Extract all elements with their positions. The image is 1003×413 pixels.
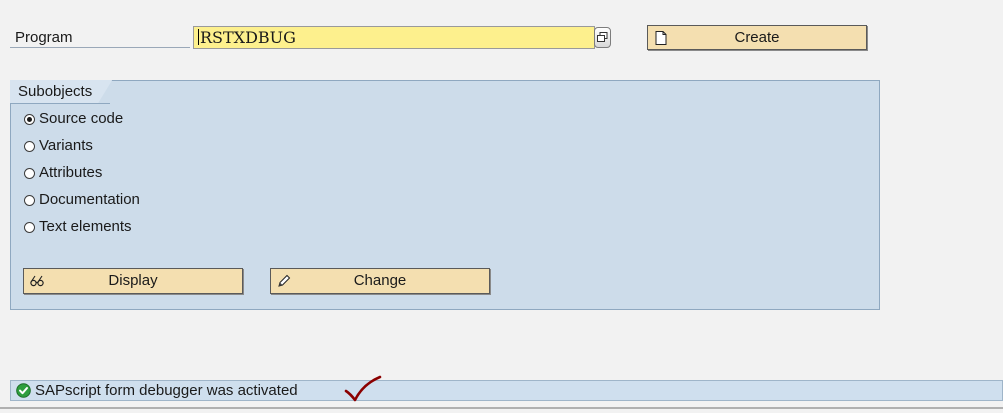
value-help-icon: [597, 32, 608, 42]
radio-label: Source code: [39, 110, 124, 127]
status-message: SAPscript form debugger was activated: [35, 382, 298, 399]
bottom-divider: [0, 407, 1003, 409]
radio-label: Documentation: [39, 191, 140, 208]
create-button[interactable]: Create: [647, 25, 867, 50]
radio-label: Attributes: [39, 164, 103, 181]
glasses-icon: [30, 275, 44, 287]
program-input[interactable]: RSTXDBUG: [193, 26, 595, 49]
create-button-label: Create: [734, 29, 780, 46]
subobjects-title-underline: [10, 103, 110, 104]
display-button[interactable]: Display: [23, 268, 243, 294]
radio-button[interactable]: [24, 140, 35, 152]
program-input-value: RSTXDBUG: [200, 28, 296, 47]
radio-button[interactable]: [24, 221, 35, 233]
radio-label: Text elements: [39, 218, 132, 235]
radio-button[interactable]: [24, 194, 35, 206]
change-button[interactable]: Change: [270, 268, 490, 294]
text-cursor: [198, 29, 199, 45]
program-label-text: Program: [15, 29, 73, 46]
radio-documentation[interactable]: Documentation: [24, 190, 140, 210]
value-help-button[interactable]: [594, 27, 611, 48]
success-check-icon: [16, 383, 31, 398]
red-checkmark-icon: [344, 375, 382, 402]
radio-text-elements[interactable]: Text elements: [24, 217, 132, 237]
radio-button[interactable]: [24, 167, 35, 179]
radio-button[interactable]: [24, 113, 35, 125]
radio-source-code[interactable]: Source code: [24, 109, 123, 129]
subobjects-title-text: Subobjects: [18, 83, 93, 100]
new-document-icon: [655, 31, 667, 45]
display-button-label: Display: [108, 272, 158, 289]
program-label: Program: [10, 28, 190, 48]
change-button-label: Change: [353, 272, 407, 289]
radio-label: Variants: [39, 137, 93, 154]
radio-attributes[interactable]: Attributes: [24, 163, 102, 183]
pencil-icon: [278, 274, 291, 287]
radio-variants[interactable]: Variants: [24, 136, 93, 156]
subobjects-title: Subobjects: [10, 80, 112, 103]
